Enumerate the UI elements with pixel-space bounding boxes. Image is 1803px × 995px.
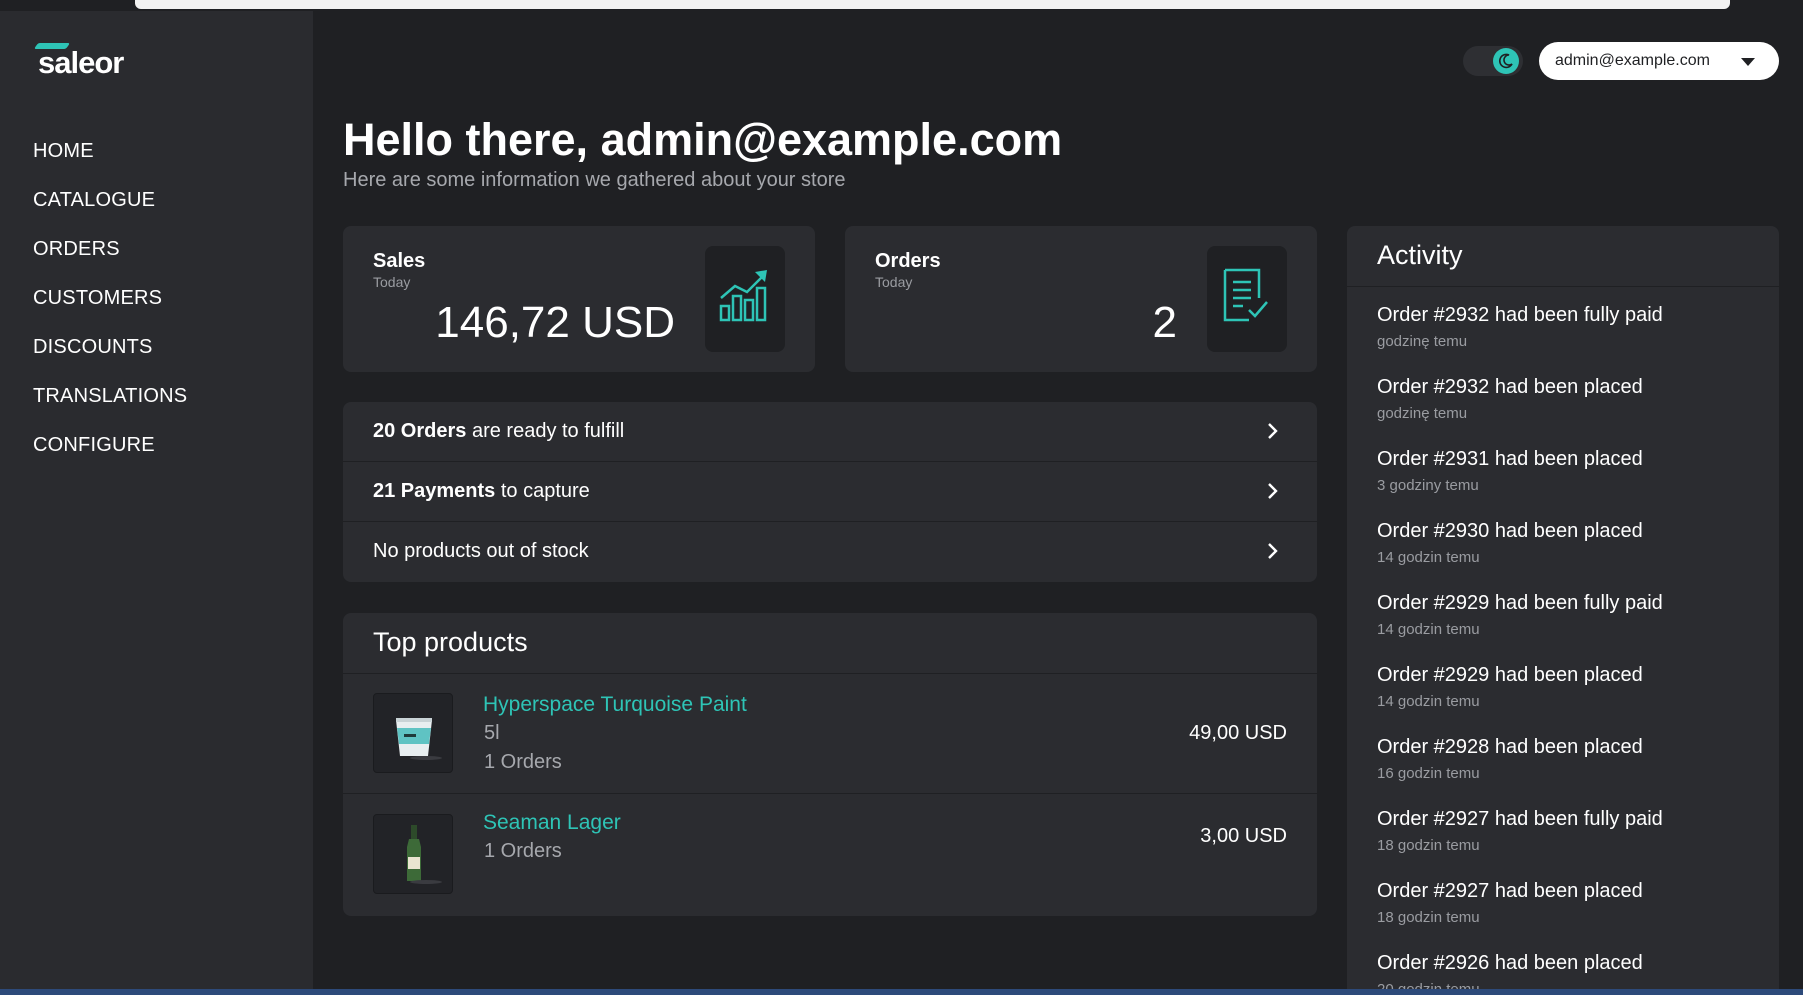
- divider: [1347, 286, 1779, 287]
- page-title: Hello there, admin@example.com: [343, 114, 1063, 165]
- main-nav: HOME CATALOGUE ORDERS CUSTOMERS DISCOUNT…: [33, 127, 187, 470]
- sales-title: Sales: [373, 250, 426, 272]
- activity-time: godzinę temu: [1377, 333, 1468, 350]
- out-of-stock-row[interactable]: No products out of stock: [343, 522, 1317, 582]
- nav-item-discounts[interactable]: DISCOUNTS: [33, 323, 187, 372]
- activity-item: Order #2928 had been placed 16 godzin tem…: [1377, 736, 1767, 782]
- product-name[interactable]: Hyperspace Turquoise Paint: [483, 693, 747, 717]
- theme-toggle[interactable]: [1463, 46, 1523, 76]
- product-orders: 1 Orders: [484, 751, 562, 773]
- activity-item: Order #2929 had been placed 14 godzin tem…: [1377, 664, 1767, 710]
- nav-item-catalogue[interactable]: CATALOGUE: [33, 176, 187, 225]
- product-orders: 1 Orders: [484, 840, 562, 862]
- activity-text: Order #2932 had been placed: [1377, 376, 1643, 398]
- activity-text: Order #2930 had been placed: [1377, 520, 1643, 542]
- activity-time: 14 godzin temu: [1377, 621, 1480, 638]
- activity-item: Order #2932 had been placed godzinę temu: [1377, 376, 1767, 422]
- payments-to-capture-text: 21 Payments to capture: [373, 480, 590, 503]
- activity-time: 20 godzin temu: [1377, 981, 1767, 989]
- window-bottom-edge: [0, 989, 1803, 995]
- beer-bottle-image: [373, 814, 453, 894]
- beer-bottle-icon: [407, 825, 442, 884]
- tasks-panel: 20 Orders are ready to fulfill 21 Paymen…: [343, 402, 1317, 582]
- paint-bucket-image: [373, 693, 453, 773]
- orders-checklist-icon: [1223, 268, 1268, 322]
- page-subtitle: Here are some information we gathered ab…: [343, 169, 846, 191]
- orders-icon-tile: [1207, 246, 1287, 352]
- payments-to-capture-label: to capture: [495, 480, 590, 502]
- user-menu-button[interactable]: admin@example.com: [1539, 42, 1779, 80]
- payments-to-capture-row[interactable]: 21 Payments to capture: [343, 462, 1317, 522]
- sidebar: saleor HOME CATALOGUE ORDERS CUSTOMERS D…: [0, 11, 313, 989]
- browser-top-strip: [0, 0, 1803, 11]
- orders-to-fulfill-text: 20 Orders are ready to fulfill: [373, 420, 624, 443]
- activity-text: Order #2926 had been placed: [1377, 952, 1643, 974]
- browser-address-bar-edge: [135, 0, 1730, 9]
- logo-text: saleor: [38, 45, 124, 80]
- activity-text: Order #2929 had been fully paid: [1377, 592, 1663, 614]
- activity-title: Activity: [1377, 240, 1463, 270]
- sales-icon-tile: [705, 246, 785, 352]
- product-price: 3,00 USD: [1200, 825, 1287, 847]
- activity-time: godzinę temu: [1377, 405, 1468, 422]
- activity-item: Order #2930 had been placed 14 godzin tem…: [1377, 520, 1767, 566]
- theme-toggle-knob: [1493, 48, 1519, 74]
- paint-bucket-icon: [396, 718, 442, 760]
- orders-title: Orders: [875, 250, 941, 272]
- orders-to-fulfill-label: are ready to fulfill: [466, 420, 625, 442]
- caret-down-icon: [1741, 58, 1755, 66]
- nav-item-configure[interactable]: CONFIGURE: [33, 421, 187, 470]
- activity-time: 18 godzin temu: [1377, 909, 1480, 926]
- top-products-panel: Top products Hyperspace Turquoise Paint …: [343, 613, 1317, 916]
- top-products-title: Top products: [373, 627, 528, 657]
- activity-text: Order #2928 had been placed: [1377, 736, 1643, 758]
- payments-to-capture-count: 21 Payments: [373, 480, 496, 502]
- chevron-right-icon: [1268, 423, 1278, 439]
- activity-time: 3 godziny temu: [1377, 477, 1479, 494]
- user-email: admin@example.com: [1555, 52, 1710, 69]
- sales-card: Sales Today 146,72 USD: [343, 226, 815, 372]
- chevron-right-icon: [1268, 483, 1278, 499]
- orders-period: Today: [875, 274, 913, 290]
- orders-to-fulfill-count: 20 Orders: [373, 420, 467, 442]
- activity-panel: Activity Order #2932 had been fully paid…: [1347, 226, 1779, 989]
- activity-item: Order #2926 had been placed 20 godzin tem…: [1377, 952, 1767, 989]
- sales-value: 146,72 USD: [435, 298, 675, 347]
- activity-item: Order #2927 had been fully paid 18 godzin…: [1377, 808, 1767, 854]
- orders-to-fulfill-row[interactable]: 20 Orders are ready to fulfill: [343, 402, 1317, 462]
- activity-text: Order #2932 had been fully paid: [1377, 304, 1663, 326]
- product-variant: 5l: [484, 722, 500, 744]
- product-row[interactable]: Hyperspace Turquoise Paint 5l 1 Orders 4…: [343, 674, 1317, 794]
- activity-text: Order #2929 had been placed: [1377, 664, 1643, 686]
- product-price: 49,00 USD: [1189, 722, 1287, 744]
- sales-chart-icon: [719, 270, 767, 322]
- nav-item-customers[interactable]: CUSTOMERS: [33, 274, 187, 323]
- activity-item: Order #2932 had been fully paid godzinę t…: [1377, 304, 1767, 350]
- moon-icon: [1499, 53, 1513, 69]
- activity-item: Order #2927 had been placed 18 godzin tem…: [1377, 880, 1767, 926]
- saleor-logo[interactable]: saleor: [33, 31, 144, 81]
- product-name[interactable]: Seaman Lager: [483, 811, 621, 835]
- activity-item: Order #2929 had been fully paid 14 godzin…: [1377, 592, 1767, 638]
- nav-item-orders[interactable]: ORDERS: [33, 225, 187, 274]
- activity-text: Order #2927 had been fully paid: [1377, 808, 1663, 830]
- chevron-right-icon: [1268, 543, 1278, 559]
- sales-period: Today: [373, 274, 411, 290]
- activity-time: 14 godzin temu: [1377, 549, 1480, 566]
- product-row[interactable]: Seaman Lager 1 Orders 3,00 USD: [343, 795, 1317, 915]
- activity-time: 16 godzin temu: [1377, 765, 1480, 782]
- out-of-stock-text: No products out of stock: [373, 540, 589, 562]
- activity-time: 18 godzin temu: [1377, 837, 1480, 854]
- activity-text: Order #2927 had been placed: [1377, 880, 1643, 902]
- activity-time: 14 godzin temu: [1377, 693, 1480, 710]
- orders-card: Orders Today 2: [845, 226, 1317, 372]
- nav-item-home[interactable]: HOME: [33, 127, 187, 176]
- nav-item-translations[interactable]: TRANSLATIONS: [33, 372, 187, 421]
- activity-text: Order #2931 had been placed: [1377, 448, 1643, 470]
- orders-value: 2: [1152, 298, 1177, 347]
- activity-item: Order #2931 had been placed 3 godziny tem…: [1377, 448, 1767, 494]
